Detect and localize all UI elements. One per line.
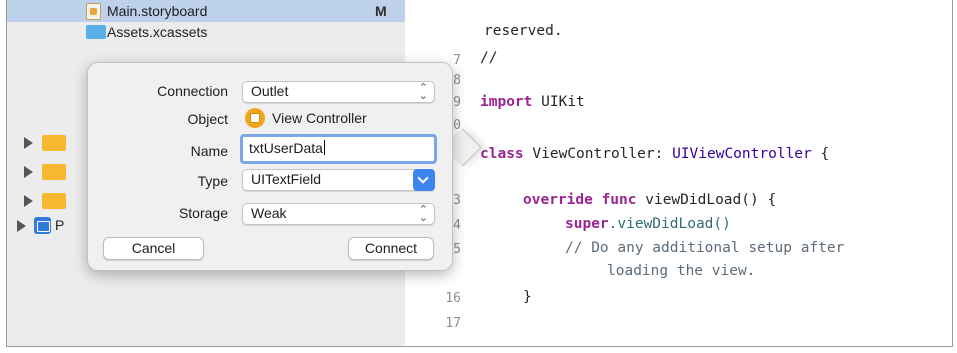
line-number: 17 [445,316,461,331]
navigator-item-project[interactable]: P [7,215,87,237]
disclosure-triangle-icon[interactable] [24,137,33,149]
object-value: View Controller [272,110,367,126]
stepper-icon: ⌃ ⌄ [418,82,428,102]
connect-button[interactable]: Connect [348,237,434,260]
connection-label: Connection [157,83,228,99]
source-control-badge: M [375,3,387,19]
outlet-connection-popover: Connection Outlet ⌃ ⌄ Object View Control… [87,62,453,271]
code-line: override func viewDidLoad() { [523,192,777,208]
storage-label: Storage [178,205,228,221]
storage-select[interactable]: Weak ⌃ ⌄ [242,203,435,225]
disclosure-triangle-icon[interactable] [17,220,26,232]
code-line: import UIKit [480,94,585,110]
cancel-button[interactable]: Cancel [103,237,204,260]
name-field-value: txtUserData [249,140,323,156]
folder-icon [42,135,66,151]
folder-icon [42,193,66,209]
text-caret [323,140,325,155]
asset-catalog-icon [86,25,106,39]
storage-value: Weak [251,205,287,221]
navigator-item-label: Assets.xcassets [107,24,208,40]
view-controller-icon [245,108,265,128]
name-field[interactable]: txtUserData [240,134,437,164]
code-line: // [480,50,498,66]
navigator-item-label: P [55,217,65,233]
navigator-item-label: Main.storyboard [107,3,208,19]
code-line: class ViewController: UIViewController { [480,146,830,162]
connection-select[interactable]: Outlet ⌃ ⌄ [242,81,435,103]
xcode-window: Main.storyboard M Assets.xcassets P rese… [6,0,953,347]
project-icon [34,217,51,234]
chevron-down-icon[interactable] [413,169,435,191]
type-value: UITextField [251,171,322,187]
disclosure-triangle-icon[interactable] [24,166,33,178]
source-editor[interactable]: reserved. 7 // 8 9 import UIKit 0 class … [405,0,952,346]
code-comment: // Do any additional setup after [565,240,845,256]
code-line: reserved. [484,23,563,39]
code-line: } [523,289,532,305]
navigator-item-main-storyboard[interactable]: Main.storyboard M [7,0,405,22]
stepper-icon: ⌃ ⌄ [418,204,428,224]
name-label: Name [190,143,228,159]
type-label: Type [197,173,228,189]
connection-value: Outlet [251,83,289,99]
storyboard-icon [86,3,101,20]
folder-icon [42,164,66,180]
navigator-item-assets[interactable]: Assets.xcassets [7,22,405,44]
code-line: super.viewDidLoad() [565,216,731,232]
object-label: Object [187,111,228,127]
line-number: 16 [445,291,461,306]
code-comment: loading the view. [607,263,756,279]
type-combo-box[interactable]: UITextField [242,169,435,191]
disclosure-triangle-icon[interactable] [24,195,33,207]
